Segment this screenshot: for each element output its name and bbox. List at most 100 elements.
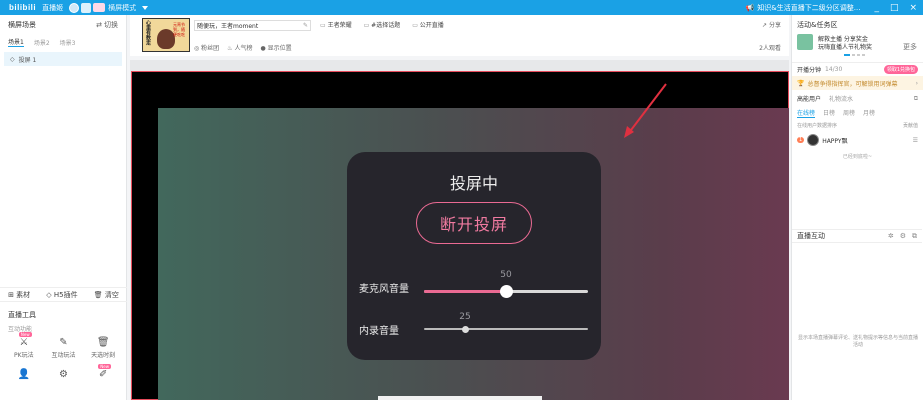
gear-icon[interactable]: ⚙ (900, 232, 906, 241)
more-menu-icon[interactable]: ☰ (913, 137, 918, 144)
mic-volume-slider[interactable] (424, 285, 588, 298)
tab-scene-2[interactable]: 场景2 (34, 38, 50, 47)
location-label: 显示位置 (267, 45, 292, 52)
ranking-hint: 在线用户数据排序 贡献值 (792, 118, 923, 133)
annotation-arrow (624, 83, 667, 138)
user-tool[interactable]: 👤 (4, 368, 44, 380)
tab-weekly[interactable]: 周榜 (843, 108, 855, 118)
disconnect-cast-button[interactable]: 断开投屏 (416, 202, 532, 244)
edit-icon: ✎ (302, 22, 308, 29)
activity-line-2: 玩嗨直播人节礼物奖 (818, 44, 873, 51)
share-icon: ↗ (762, 22, 768, 29)
h5-plugin-label: H5插件 (53, 290, 78, 299)
material-button[interactable]: ⊞ 素材 (8, 290, 30, 300)
popout-icon[interactable]: ⧉ (912, 232, 917, 241)
share-label: 分享 (768, 22, 781, 29)
tab-online[interactable]: 在线榜 (797, 108, 816, 118)
switch-icon: ⇄ (96, 21, 102, 29)
user-icon: 👤 (17, 368, 31, 380)
switch-label: 切换 (104, 21, 118, 29)
user-avatar[interactable] (69, 2, 80, 13)
bilibili-logo: bilibili (9, 3, 37, 12)
interactive-play-label: 互动玩法 (51, 352, 76, 359)
internal-volume-label: 内录音量 (359, 326, 399, 337)
popout-icon[interactable]: ⧉ (914, 95, 918, 103)
settings-tool[interactable]: ⚙ (44, 368, 84, 380)
clear-button[interactable]: 🗑 清空 (94, 290, 119, 300)
activity-banner[interactable]: 解救主播 分享奖金 玩嗨直播人节礼物奖 更多 (792, 30, 923, 62)
maximize-button[interactable]: □ (890, 3, 899, 13)
stream-title-input[interactable]: 随便玩，王者moment ✎ (194, 20, 311, 31)
new-badge: New (18, 332, 32, 337)
tab-monthly[interactable]: 月榜 (863, 108, 875, 118)
tab-daily[interactable]: 日榜 (823, 108, 835, 118)
notice-link[interactable]: 📢 知识&生活直播下二级分区调整... (746, 3, 861, 13)
topic-link[interactable]: #选择话题 (364, 20, 400, 29)
pen-tool[interactable]: New ✐ (83, 364, 123, 380)
pk-tool[interactable]: New ⚔ PK玩法 (4, 332, 44, 359)
pk-icon: ⚔ (19, 336, 29, 348)
broom-icon[interactable]: ✲ (888, 232, 894, 241)
live-tools-title: 直播工具 (8, 311, 36, 319)
list-end-text: 已经到底啦~ (842, 154, 873, 160)
tab-high-energy-users[interactable]: 高能用户 (797, 94, 821, 103)
chevron-right-icon: › (915, 79, 918, 87)
badge-icon[interactable] (93, 3, 106, 12)
scene-tabs: 场景1 场景2 场景3 (0, 35, 126, 49)
task-progress: 14/30 (825, 66, 843, 73)
tab-gift-log[interactable]: 礼物流水 (829, 94, 853, 103)
live-tools-grid: New ⚔ PK玩法 ✎ 互动玩法 🗑 天选时刻 👤 ⚙ New ✐ (4, 332, 123, 380)
popularity-link[interactable]: ♨ 人气榜 (227, 43, 252, 52)
contribution-sort[interactable]: 贡献值 (903, 122, 918, 129)
lucky-draw-tool[interactable]: 🗑 天选时刻 (83, 336, 123, 360)
viewer-count: 2人观看 (759, 45, 781, 52)
mic-volume-thumb[interactable] (500, 285, 513, 298)
claim-reward-button[interactable]: 领取1兑换包 (883, 65, 918, 74)
avatar (807, 134, 820, 146)
user-name: HAPPY飘 (822, 137, 848, 145)
rank-badge: 1 (797, 137, 805, 143)
share-button[interactable]: ↗ 分享 (762, 20, 781, 29)
pen-icon: ✐ (98, 368, 108, 380)
mic-volume-label: 麦克风音量 (359, 284, 409, 295)
carousel-dots[interactable] (844, 54, 865, 56)
interactive-icon: ✎ (59, 336, 68, 348)
visible-icon[interactable]: ◇ (10, 56, 15, 63)
location-link[interactable]: ● 显示位置 (260, 43, 291, 52)
tab-scene-3[interactable]: 场景3 (60, 38, 76, 47)
cast-status-title: 投屏中 (449, 174, 498, 193)
trophy-icon: 🏆 (797, 79, 805, 87)
scene-source-item[interactable]: ◇ 投屏 1 (4, 52, 122, 66)
source-bottom-bar (378, 396, 542, 400)
list-item[interactable]: 1 HAPPY飘 ☰ (792, 133, 923, 147)
minimize-button[interactable]: _ (874, 3, 879, 13)
ticket-icon[interactable] (81, 2, 92, 13)
internal-volume-slider[interactable] (424, 326, 588, 333)
task-row: 开播分钟 14/30 领取1兑换包 (792, 62, 923, 76)
notice-text: 知识&生活直播下二级分区调整... (757, 3, 861, 12)
internal-volume-thumb[interactable] (462, 326, 469, 333)
h5-plugin-button[interactable]: ◇ H5插件 (46, 290, 77, 300)
ranking-hint-text: 在线用户数据排序 (797, 123, 838, 129)
new-badge: New (98, 364, 111, 369)
close-button[interactable]: × (909, 3, 917, 13)
internal-volume-value: 25 (459, 312, 471, 322)
ranking-tabs: 在线榜 日榜 周榜 月榜 (792, 103, 923, 118)
visibility-link[interactable]: 公开直播 (412, 20, 444, 29)
interactive-play-tool[interactable]: ✎ 互动玩法 (44, 336, 84, 360)
mic-volume-fill (424, 290, 506, 293)
chevron-down-icon[interactable] (142, 5, 149, 10)
tab-scene-1[interactable]: 场景1 (8, 37, 24, 47)
scene-header: 横屏场景 ⇄ 切换 (0, 15, 126, 35)
category-link[interactable]: 王者荣耀 (320, 20, 352, 29)
stream-cover[interactable]: 心里有数走 元宵节到，随便吃吃 (142, 18, 190, 52)
pk-label: PK玩法 (14, 352, 34, 359)
activity-more-link[interactable]: 更多 (903, 42, 917, 52)
fan-group-label: 粉丝团 (201, 45, 220, 52)
lucky-draw-icon: 🗑 (96, 336, 110, 348)
switch-button[interactable]: ⇄ 切换 (96, 20, 118, 30)
user-tabs: 高能用户 礼物流水 ⧉ (792, 90, 923, 104)
task-label: 开播分钟 (797, 67, 822, 74)
fan-group-link[interactable]: ◎ 粉丝团 (194, 43, 219, 52)
notice-banner[interactable]: 🏆 总督争得指挥官，可解锁用词弹幕 › (792, 76, 923, 90)
